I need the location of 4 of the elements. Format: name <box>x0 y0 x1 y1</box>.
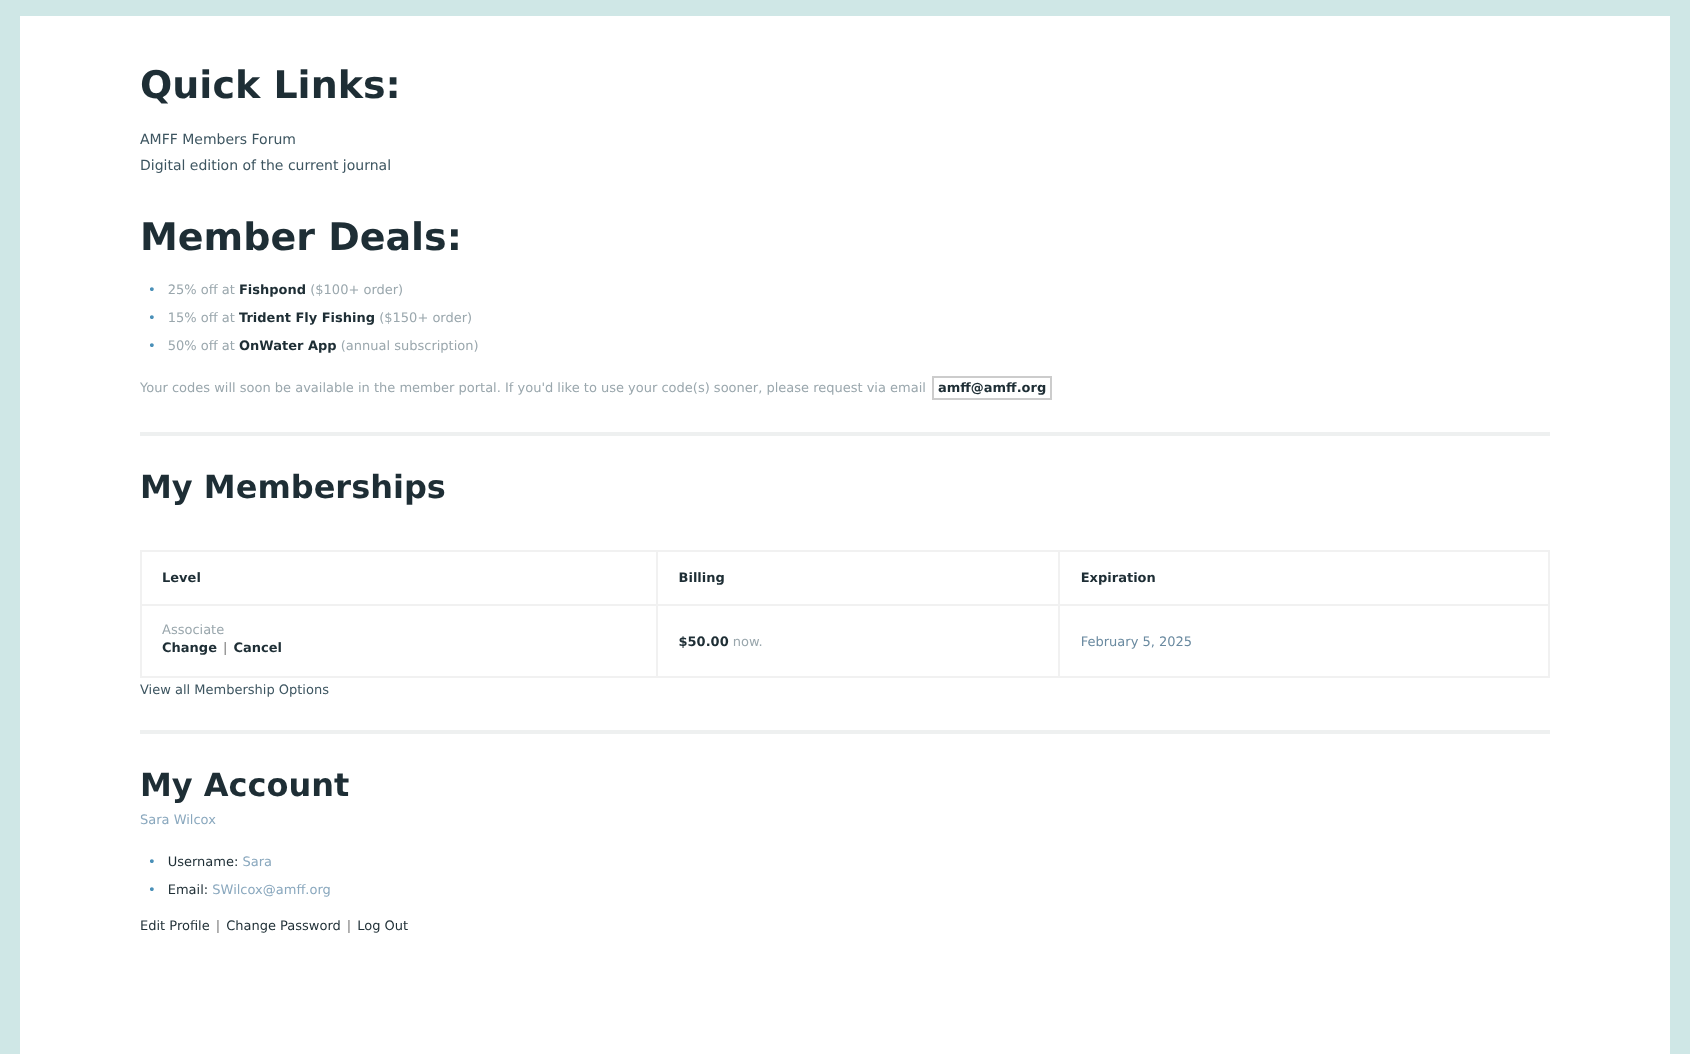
section-heading: Member Deals: <box>140 216 464 260</box>
section-heading: My Memberships <box>140 468 448 506</box>
section-heading: My Account <box>140 766 352 804</box>
section-heading: Quick Links: <box>140 64 403 108</box>
